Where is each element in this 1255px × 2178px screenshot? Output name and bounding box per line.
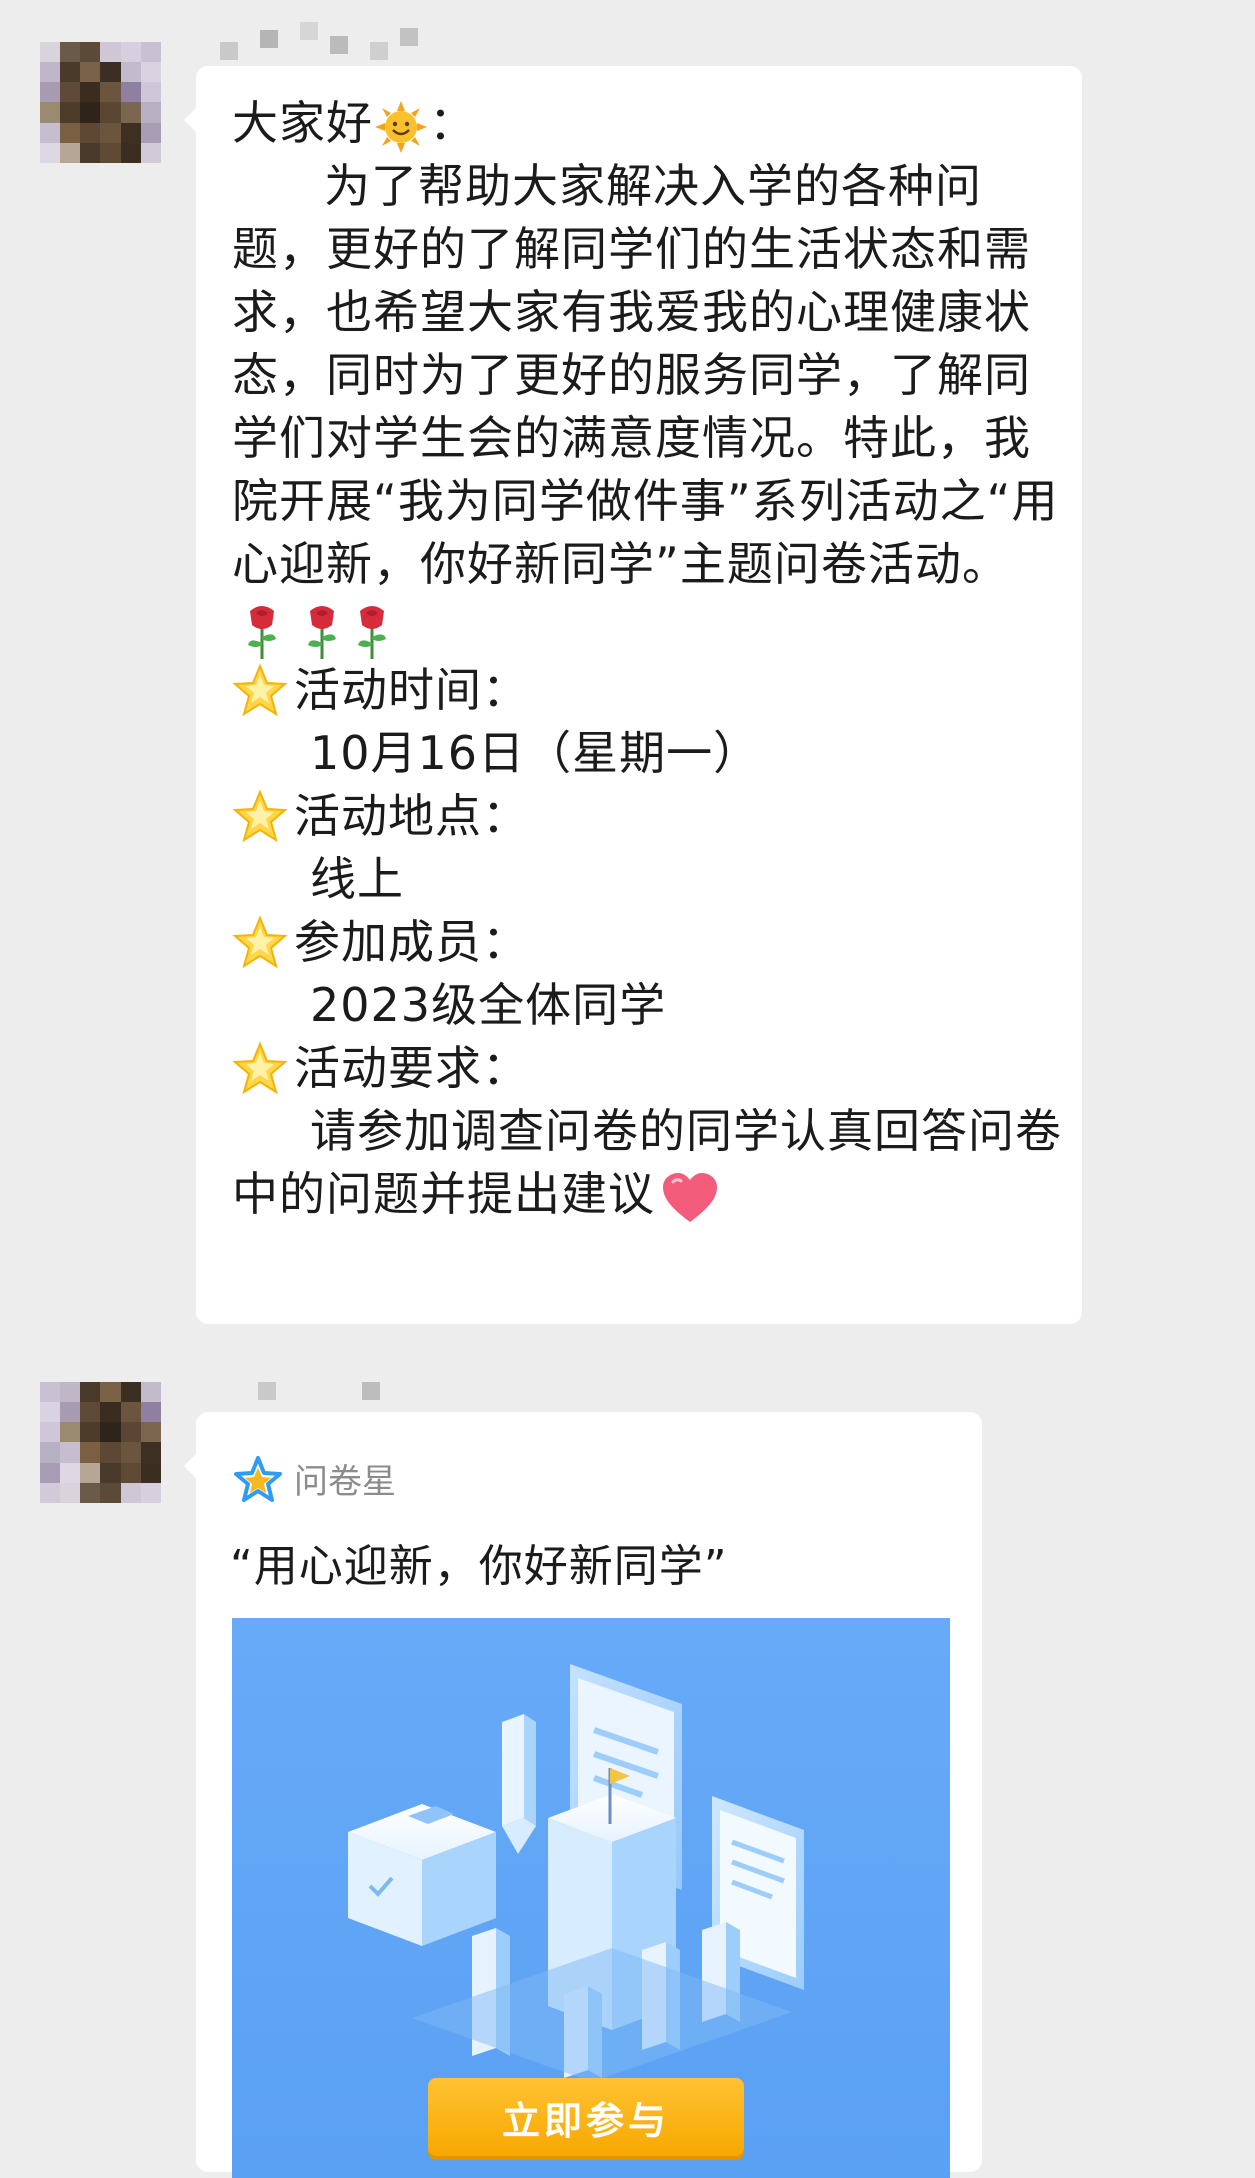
card-source: 问卷星 [234,1454,396,1503]
star-emoji-icon [232,1040,288,1094]
item-label-time: 活动时间： [232,659,1062,722]
item-label-text: 活动时间： [294,663,529,717]
item-label-text: 参加成员： [294,915,529,969]
star-emoji-icon [232,662,288,716]
item-label-text: 活动要求： [294,1041,529,1095]
greeting-line: 大家好 ： [232,92,1062,155]
join-now-button[interactable]: 立即参与 [428,2078,744,2156]
star-emoji-icon [232,914,288,968]
intro-text: 为了帮助大家解决入学的各种问题，更好的了解同学们的生活状态和需求，也希望大家有我… [232,159,1059,591]
item-value-location: 线上 [310,852,404,906]
wenjuanxing-star-icon [234,1455,282,1502]
item-label-requirements: 活动要求： [232,1037,1062,1100]
star-emoji-icon [232,788,288,842]
requirements-text: 请参加调查问卷的同学认真回答问卷中的问题并提出建议 [232,1104,1062,1221]
avatar[interactable] [40,1382,161,1503]
item-value-participants: 2023级全体同学 [310,978,667,1032]
item-label-participants: 参加成员： [232,911,1062,974]
avatar[interactable] [40,42,161,163]
card-source-label: 问卷星 [294,1462,396,1502]
rose-emoji-icon [358,605,386,659]
greeting-text: 大家好 [232,96,373,150]
rose-emoji-icon [248,605,276,659]
item-value-requirements: 请参加调查问卷的同学认真回答问卷中的问题并提出建议 [232,1100,1062,1226]
item-label-location: 活动地点： [232,785,1062,848]
intro-paragraph: 为了帮助大家解决入学的各种问题，更好的了解同学们的生活状态和需求，也希望大家有我… [232,155,1062,659]
card-illustration[interactable]: 立即参与 [232,1618,950,2178]
heart-emoji-icon [663,1172,717,1222]
card-title: “用心迎新，你好新同学” [230,1541,728,1592]
item-label-text: 活动地点： [294,789,529,843]
sun-emoji-icon [375,100,427,153]
sender-name-redacted [258,1382,388,1402]
message-bubble[interactable]: 大家好 ： 为了帮助大家解决入学的各种问题，更好的了解同学们的生活状态和需求，也… [184,66,1082,1324]
rose-emoji-icon [308,605,336,659]
greeting-colon: ： [429,96,476,150]
sender-name-redacted [220,22,420,60]
survey-card[interactable]: 问卷星 “用心迎新，你好新同学” 立即参与 [184,1412,982,2178]
message-text: 大家好 ： 为了帮助大家解决入学的各种问题，更好的了解同学们的生活状态和需求，也… [232,92,1062,1226]
item-value-time: 10月16日（星期一） [310,726,761,780]
